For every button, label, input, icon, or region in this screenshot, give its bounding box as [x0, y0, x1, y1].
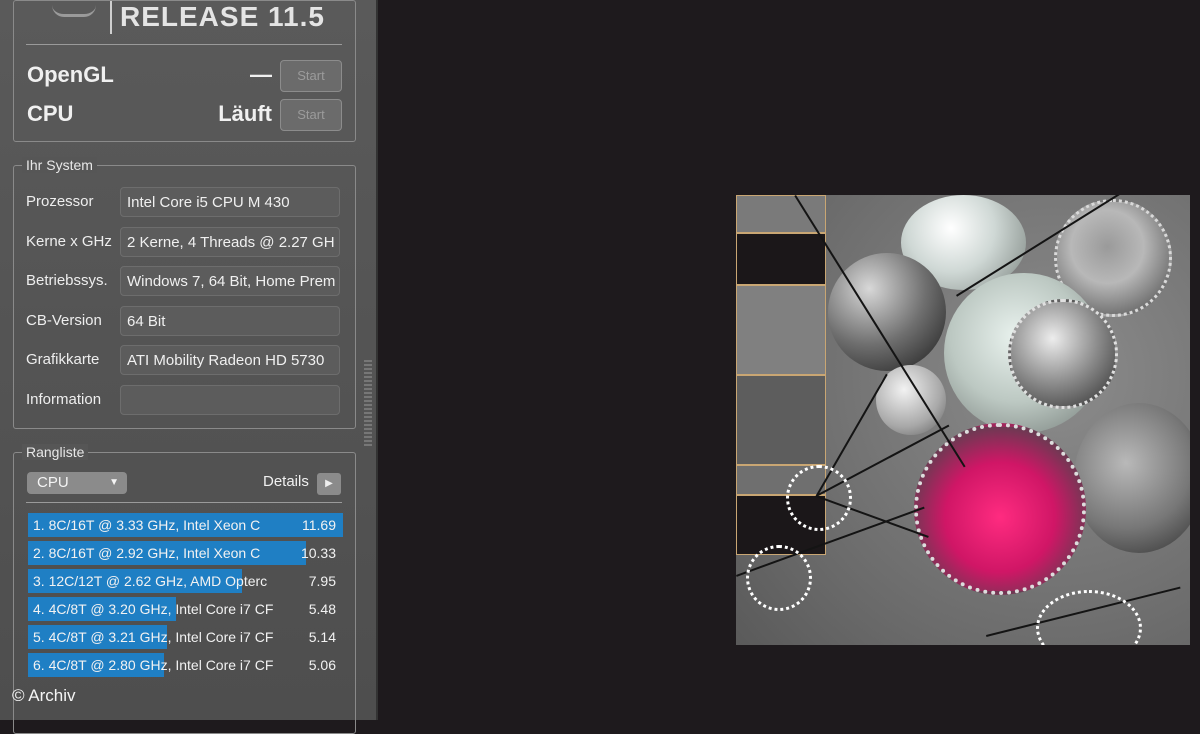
ranking-entry-label: 4. 4C/8T @ 3.20 GHz, Intel Core i7 CF [33, 601, 274, 617]
chevron-down-icon: ▼ [109, 477, 119, 488]
cpu-start-button[interactable]: Start [280, 99, 342, 131]
cpu-label: CPU [27, 101, 74, 126]
ranking-entry-label: 3. 12C/12T @ 2.62 GHz, AMD Opterc [33, 573, 268, 589]
ranking-row[interactable]: 5. 4C/8T @ 3.21 GHz, Intel Core i7 CF 5.1… [28, 625, 343, 649]
system-legend: Ihr System [22, 157, 97, 173]
processor-field[interactable]: Intel Core i5 CPU M 430 [120, 187, 340, 217]
ranking-type-dropdown[interactable]: CPU ▼ [27, 472, 127, 494]
ranking-score: 5.06 [308, 657, 336, 673]
ranking-entry-label: 2. 8C/16T @ 2.92 GHz, Intel Xeon C [33, 545, 261, 561]
information-field[interactable] [120, 385, 340, 415]
opengl-start-button[interactable]: Start [280, 60, 342, 92]
cb-version-field[interactable]: 64 Bit [120, 306, 340, 336]
os-field[interactable]: Windows 7, 64 Bit, Home Prem [120, 266, 340, 296]
chrome-sphere [1074, 403, 1190, 553]
opengl-label: OpenGL [27, 62, 114, 87]
divider [26, 502, 342, 503]
ranking-row[interactable]: 1. 8C/16T @ 3.33 GHz, Intel Xeon C 11.69 [28, 513, 343, 537]
resize-grip-icon[interactable] [364, 360, 372, 446]
ranking-score: 7.95 [308, 573, 336, 589]
ranking-score: 5.14 [308, 629, 336, 645]
render-viewport [736, 195, 1190, 645]
processor-label: Prozessor [26, 193, 94, 210]
ranking-row[interactable]: 6. 4C/8T @ 2.80 GHz, Intel Core i7 CF 5.0… [28, 653, 343, 677]
graphics-label: Grafikkarte [26, 351, 100, 368]
control-panel: RELEASE 11.5 OpenGL — Start CPU Läuft St… [0, 0, 378, 734]
ranking-score: 5.48 [308, 601, 336, 617]
render-bucket [736, 233, 826, 285]
details-button[interactable]: ▶ [317, 473, 341, 495]
os-label: Betriebssys. [26, 272, 108, 289]
ranking-score: 11.69 [302, 517, 336, 533]
ranking-row[interactable]: 4. 4C/8T @ 3.20 GHz, Intel Core i7 CF 5.4… [28, 597, 343, 621]
play-arrow-icon: ▶ [325, 478, 333, 489]
dandelion-head [1036, 590, 1142, 645]
cb-version-label: CB-Version [26, 312, 102, 329]
dandelion-head [746, 545, 812, 611]
render-bucket [736, 375, 826, 465]
cpu-status: Läuft [218, 101, 272, 126]
ranking-row[interactable]: 3. 12C/12T @ 2.62 GHz, AMD Opterc 7.95 [28, 569, 343, 593]
pink-filigree-sphere [914, 423, 1086, 595]
chrome-sphere [828, 253, 946, 371]
ranking-score: 10.33 [300, 545, 336, 561]
cores-label: Kerne x GHz [26, 233, 112, 250]
information-label: Information [26, 391, 102, 408]
divider [26, 44, 342, 45]
ranking-entry-label: 1. 8C/16T @ 3.33 GHz, Intel Xeon C [33, 517, 261, 533]
render-bucket [736, 285, 826, 375]
opengl-status: — [250, 62, 272, 87]
dandelion-head [786, 465, 852, 531]
cores-field[interactable]: 2 Kerne, 4 Threads @ 2.27 GH [120, 227, 340, 257]
filigree-sphere [1008, 299, 1118, 409]
graphics-field[interactable]: ATI Mobility Radeon HD 5730 [120, 345, 340, 375]
dropdown-value: CPU [37, 474, 69, 491]
ranking-entry-label: 5. 4C/8T @ 3.21 GHz, Intel Core i7 CF [33, 629, 274, 645]
ranking-row[interactable]: 2. 8C/16T @ 2.92 GHz, Intel Xeon C 10.33 [28, 541, 343, 565]
details-label: Details [263, 473, 309, 490]
ranking-legend: Rangliste [22, 444, 89, 460]
copyright-label: © Archiv [12, 686, 76, 705]
render-bucket [736, 195, 826, 233]
ranking-entry-label: 6. 4C/8T @ 2.80 GHz, Intel Core i7 CF [33, 657, 274, 673]
